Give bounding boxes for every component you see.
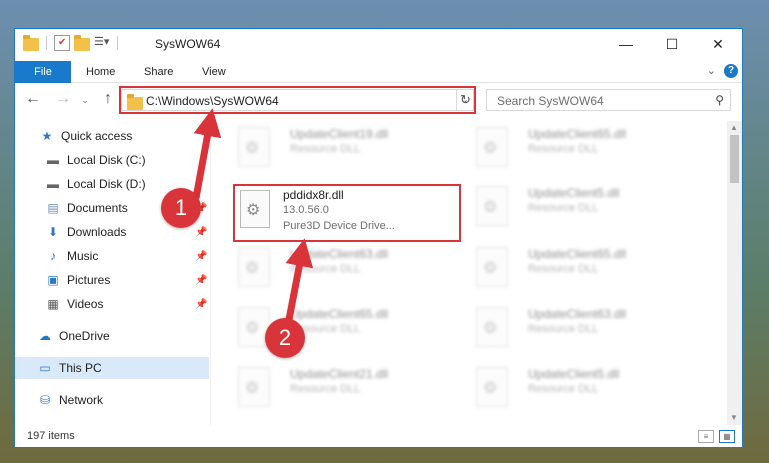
step-2-badge: 2 xyxy=(265,318,305,358)
callout-arrows xyxy=(192,108,314,331)
step-1-badge: 1 xyxy=(161,188,201,228)
arrow-to-address-bar xyxy=(192,108,222,199)
